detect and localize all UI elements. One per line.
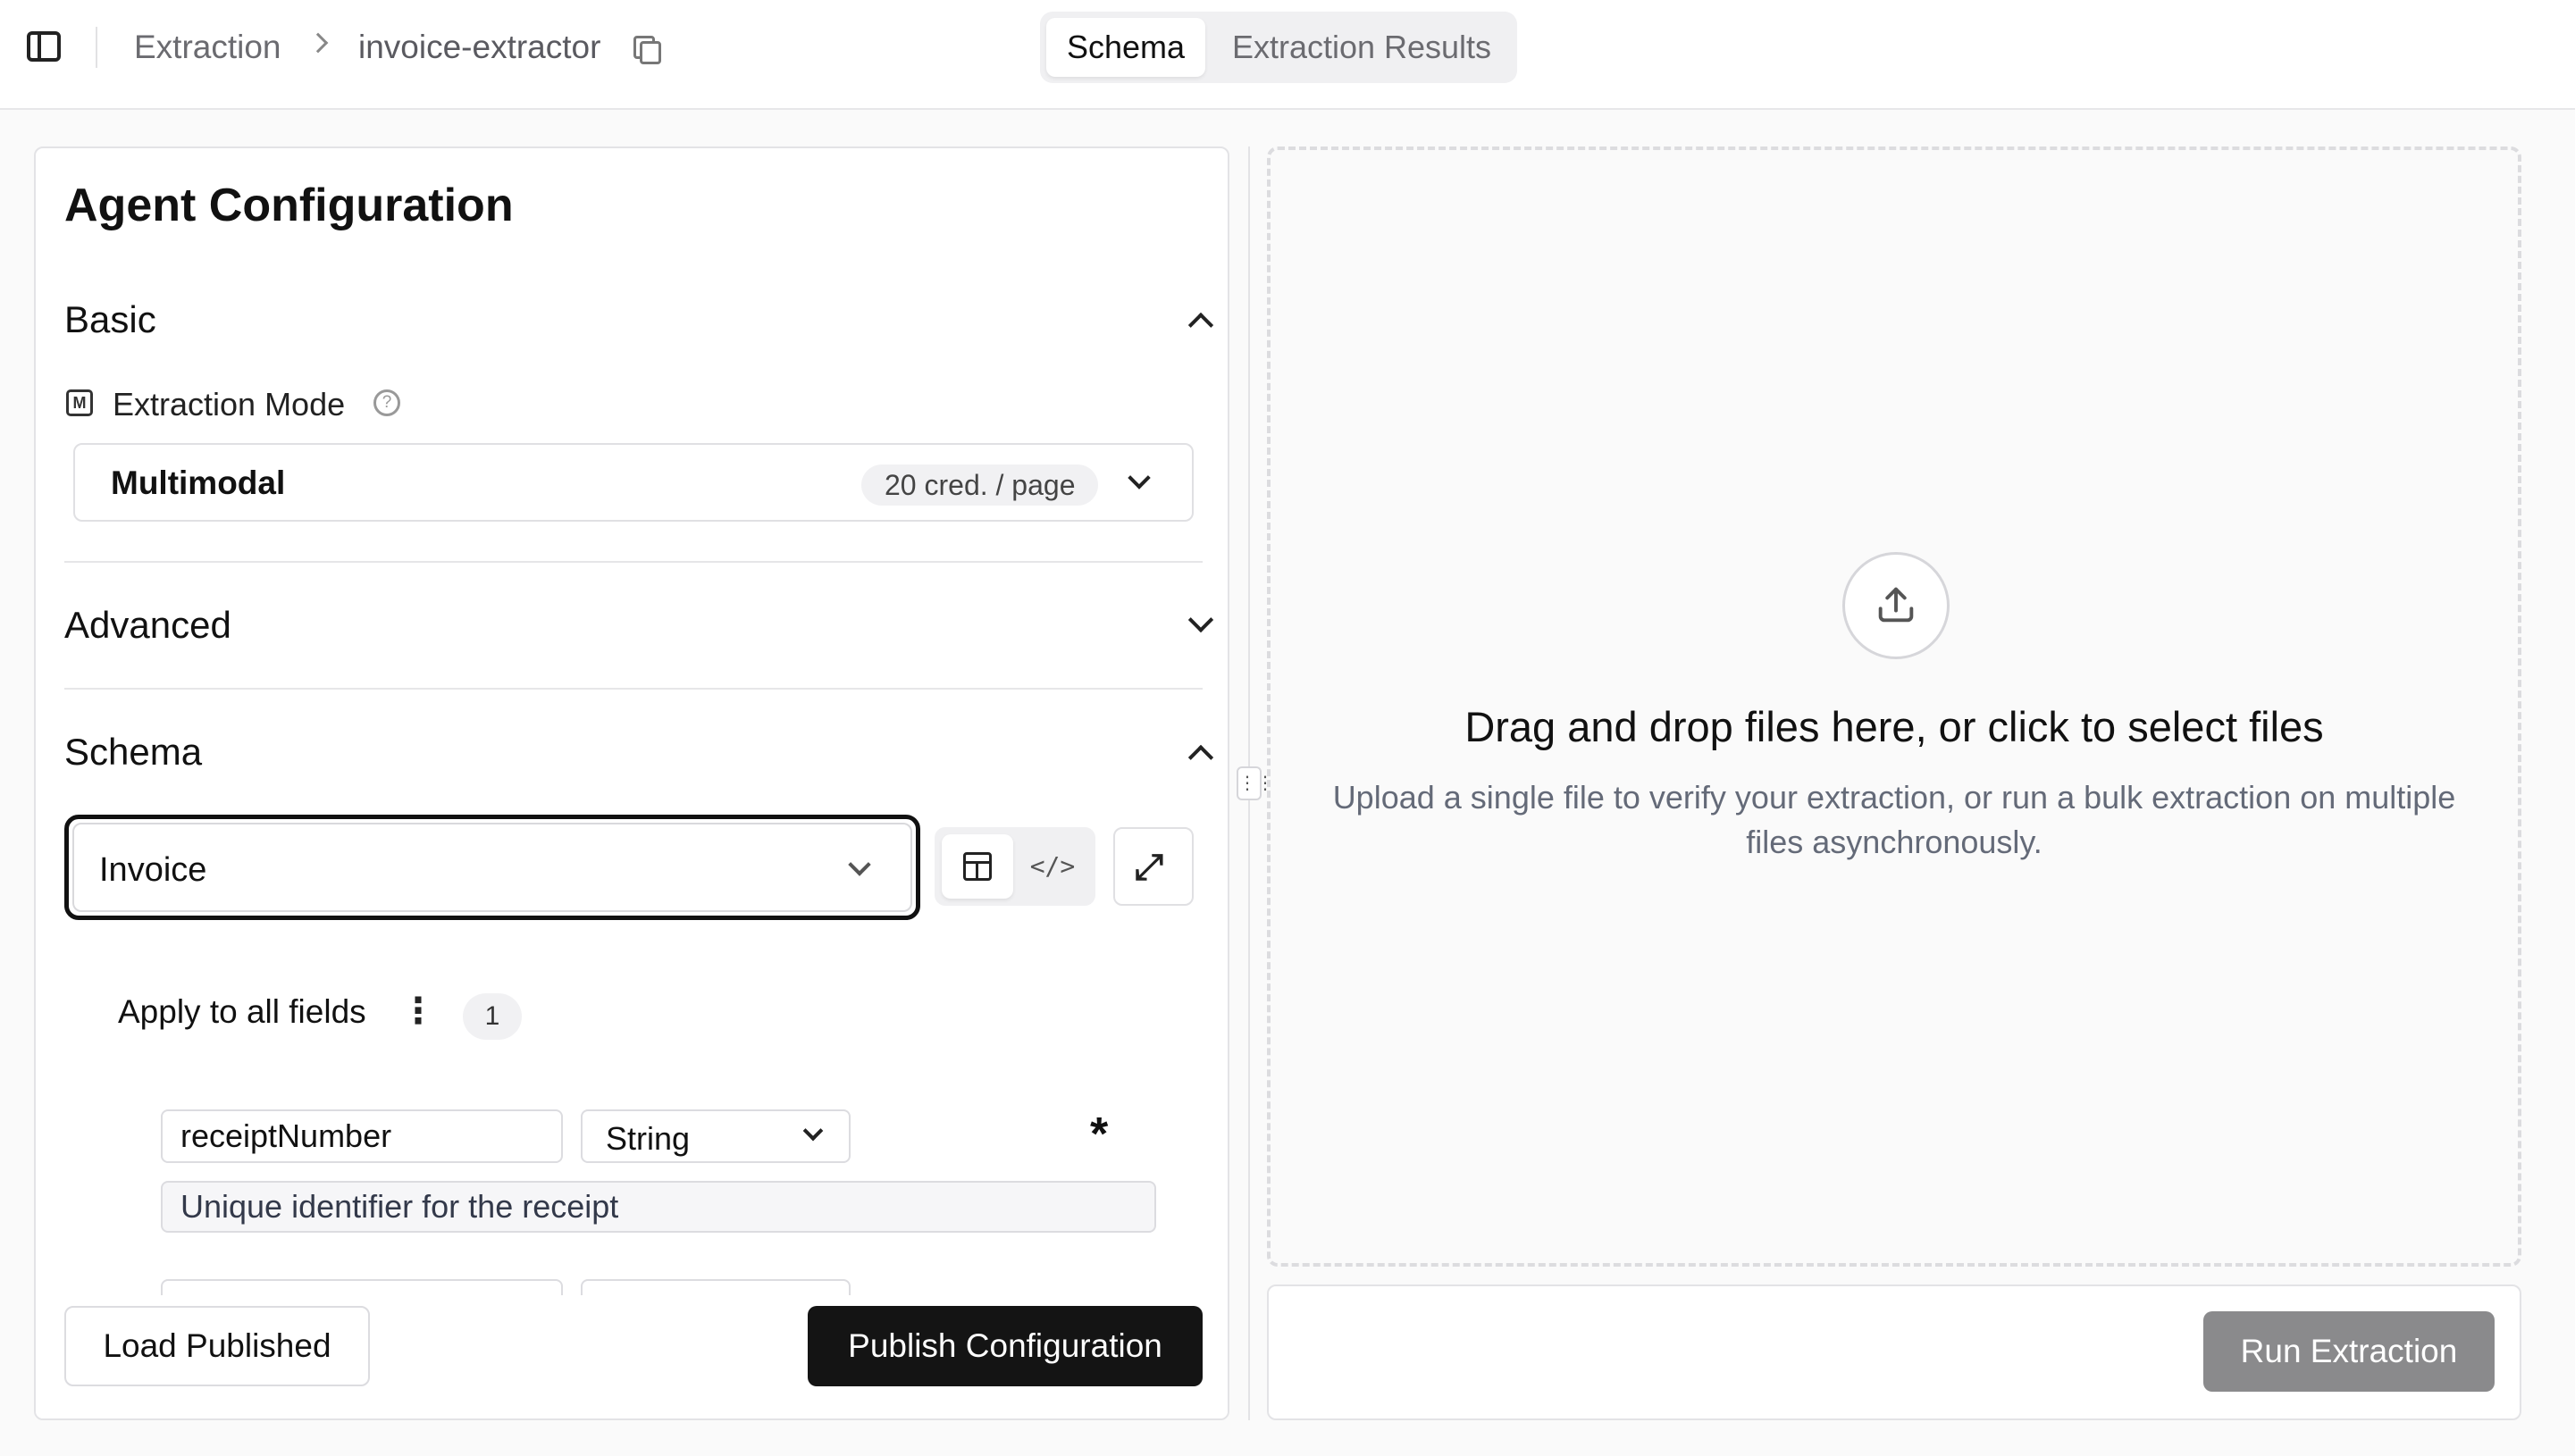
chevron-down-icon[interactable] [1187,607,1214,633]
publish-configuration-button[interactable]: Publish Configuration [808,1306,1203,1386]
schema-select-value: Invoice [99,851,207,889]
code-view-button[interactable]: </> [1017,834,1088,899]
run-extraction-bar: Run Extraction [1267,1284,2521,1420]
chevron-up-icon[interactable] [1187,744,1214,771]
expand-schema-button[interactable]: ⤢ [1113,827,1194,906]
apply-all-fields-label: Apply to all fields [118,993,366,1030]
help-icon[interactable]: ? [373,389,400,416]
more-vertical-icon[interactable]: ⋮ [400,993,436,1036]
resize-handle[interactable]: ⋮⋮ [1237,766,1274,800]
upload-icon [1878,587,1914,623]
tab-schema[interactable]: Schema [1046,18,1205,77]
extraction-mode-value: Multimodal [111,464,286,501]
run-extraction-button[interactable]: Run Extraction [2203,1311,2495,1392]
field-count-badge: 1 [463,993,522,1040]
sidebar-toggle-icon[interactable] [27,31,61,62]
required-toggle[interactable]: * [1090,1109,1108,1159]
copy-icon[interactable] [631,34,661,64]
schema-select[interactable]: Invoice [64,815,920,920]
field-description-input[interactable]: Unique identifier for the receipt [161,1181,1156,1233]
dropzone-subtitle: Upload a single file to verify your extr… [1332,779,2456,860]
chevron-down-icon [1128,466,1151,490]
dropzone-title: Drag and drop files here, or click to se… [1464,703,2324,750]
field-name-input[interactable] [161,1109,563,1163]
code-view-icon: </> [1029,851,1076,881]
extraction-mode-label: Extraction Mode [113,386,346,423]
header-divider [96,27,97,68]
extraction-mode-icon: M [66,389,93,416]
schema-view-toggle: </> [935,827,1095,906]
chevron-down-icon [802,1120,824,1142]
section-divider [64,561,1203,563]
section-basic-title[interactable]: Basic [64,298,156,341]
breadcrumb-chevron-icon [307,32,329,54]
tab-extraction-results[interactable]: Extraction Results [1212,18,1511,77]
field-type-value: String [606,1120,691,1157]
top-bar: Extraction invoice-extractor Schema Extr… [0,0,2575,110]
upload-icon-circle [1842,552,1950,659]
table-view-button[interactable] [942,834,1013,899]
panel-title: Agent Configuration [64,180,514,231]
file-dropzone[interactable]: Drag and drop files here, or click to se… [1267,146,2521,1267]
field-type-select[interactable]: String [581,1109,851,1163]
credit-cost-badge: 20 cred. / page [861,464,1099,506]
config-footer: Load Published Publish Configuration [36,1295,1228,1418]
extraction-mode-select[interactable]: Multimodal 20 cred. / page [73,443,1194,522]
section-schema-title[interactable]: Schema [64,731,202,774]
section-advanced-title[interactable]: Advanced [64,604,231,647]
expand-icon: ⤢ [1135,848,1163,887]
load-published-button[interactable]: Load Published [64,1306,370,1386]
breadcrumb-agent-name: invoice-extractor [358,29,601,65]
breadcrumb-extraction[interactable]: Extraction [134,27,281,68]
view-tabs: Schema Extraction Results [1040,12,1517,83]
chevron-up-icon[interactable] [1187,312,1214,339]
section-divider [64,688,1203,690]
agent-configuration-panel: Agent Configuration Basic M Extraction M… [34,146,1229,1420]
table-view-icon [963,852,992,881]
